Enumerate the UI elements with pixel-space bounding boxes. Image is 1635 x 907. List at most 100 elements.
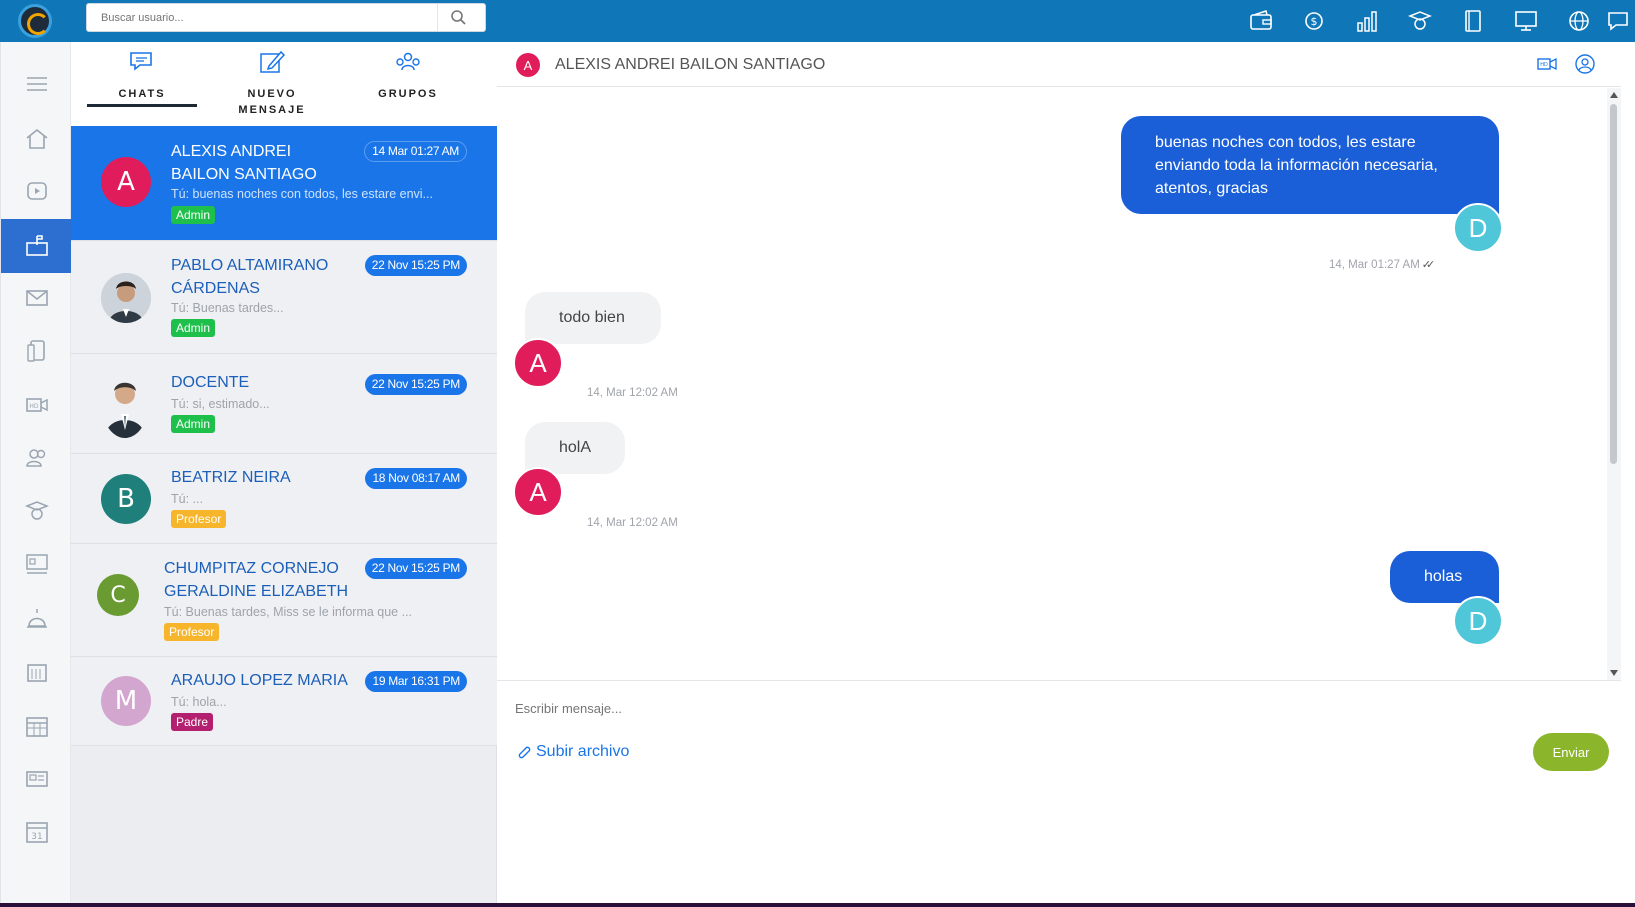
role-badge: Padre [171,713,214,731]
tab-bar: CHATS NUEVO MENSAJE GRUPOS [71,42,497,126]
message-scrollbar[interactable] [1607,88,1621,680]
upload-file-link[interactable]: Subir archivo [515,743,629,761]
search-input[interactable] [87,4,437,31]
chat-item-beatriz[interactable]: B BEATRIZ NEIRA 18 Nov 08:17 AM Tú: ... … [71,454,497,544]
edit-icon [260,50,286,73]
calendar-grid-icon[interactable] [1,645,72,699]
chat-preview: Tú: buenas noches con todos, les estare … [171,187,433,201]
graduate-icon[interactable] [1393,4,1446,38]
chat-date-badge: 22 Nov 15:25 PM [364,558,467,579]
avatar: M [101,676,151,726]
message-composer: Subir archivo Enviar [497,680,1621,907]
chat-icon[interactable] [1605,4,1635,38]
role-badge: Admin [171,319,216,337]
video-call-icon[interactable]: HD [1535,52,1559,76]
upload-file-label: Subir archivo [536,743,630,760]
message-bubble-outgoing: buenas noches con todos, les estare envi… [1121,116,1499,214]
search-icon[interactable] [449,8,469,28]
svg-text:HD: HD [1540,62,1548,68]
message-list: buenas noches con todos, les estare envi… [497,88,1621,680]
message-bubble-incoming: todo bien [525,292,661,344]
chat-preview: Tú: ... [171,492,203,506]
chat-date-badge: 22 Nov 15:25 PM [364,255,467,276]
chat-name: DOCENTE [171,374,250,391]
svg-text:$: $ [1310,15,1317,28]
chat-date-badge: 14 Mar 01:27 AM [364,141,467,162]
send-button[interactable]: Enviar [1533,733,1609,771]
home-icon[interactable] [1,112,72,166]
top-icons: $ [1234,4,1635,38]
top-bar: $ [0,0,1635,42]
tab-groups[interactable]: GRUPOS [353,48,463,102]
chat-item-pablo[interactable]: PABLO ALTAMIRANO CÁRDENAS 22 Nov 15:25 P… [71,241,497,354]
scroll-up-arrow[interactable] [1610,92,1618,98]
bottom-edge-bar [0,903,1635,907]
paperclip-icon [518,746,531,759]
devices-icon[interactable] [1,324,72,378]
tab-new-message[interactable]: NUEVO MENSAJE [217,48,327,118]
tab-groups-label: GRUPOS [378,88,438,100]
chat-item-chumpitaz[interactable]: C CHUMPITAZ CORNEJO GERALDINE ELIZABETH … [71,544,497,657]
alarm-icon[interactable] [1,592,72,646]
graduate-icon[interactable] [1,484,72,538]
contact-name: ALEXIS ANDREI BAILON SANTIAGO [555,56,826,73]
hd-video-icon[interactable]: HD [1,378,72,432]
wallet-icon[interactable] [1234,4,1287,38]
chat-item-alexis[interactable]: A ALEXIS ANDREI BAILON SANTIAGO 14 Mar 0… [71,126,497,241]
role-badge: Admin [171,415,216,433]
tab-chats[interactable]: CHATS [87,48,197,102]
left-nav: HD 31 [0,42,72,907]
message-avatar: A [513,338,563,388]
conversation-panel: A ALEXIS ANDREI BAILON SANTIAGO HD buena… [497,42,1621,907]
avatar-photo [101,372,149,438]
scroll-down-arrow[interactable] [1610,670,1618,676]
chat-preview: Tú: Buenas tardes... [171,301,284,315]
role-badge: Admin [171,206,216,224]
search-box [86,3,486,32]
bar-chart-icon[interactable] [1340,4,1393,38]
classroom-icon[interactable] [1,537,72,591]
right-edge [1621,42,1635,907]
monitor-icon[interactable] [1499,4,1552,38]
avatar: C [97,574,139,616]
calendar-icon[interactable] [1,699,72,753]
video-play-icon[interactable] [1,164,72,218]
envelope-icon[interactable] [1,271,72,325]
tab-new-message-label: NUEVO MENSAJE [238,88,306,116]
chat-date-badge: 22 Nov 15:25 PM [364,374,467,395]
menu-icon[interactable] [1,57,72,111]
money-icon[interactable]: $ [1287,4,1340,38]
globe-icon[interactable] [1552,4,1605,38]
message-time-text: 14, Mar 01:27 AM [1329,259,1420,271]
chat-item-docente[interactable]: DOCENTE 22 Nov 15:25 PM Tú: si, estimado… [71,354,497,454]
mailbox-icon[interactable] [1,219,72,273]
group-icon [396,52,420,71]
chat-bubbles-icon [130,52,152,71]
svg-text:HD: HD [29,403,39,410]
contact-avatar: A [516,53,540,77]
message-time: 14, Mar 01:27 AM ✓✓ [1329,258,1435,271]
chat-preview: Tú: Buenas tardes, Miss se le informa qu… [164,605,413,619]
message-time: 14, Mar 12:02 AM [587,517,678,529]
avatar: B [101,474,151,524]
calendar-31-icon[interactable]: 31 [1,805,72,859]
profile-icon[interactable] [1573,52,1597,76]
chat-list: A ALEXIS ANDREI BAILON SANTIAGO 14 Mar 0… [71,126,497,746]
avatar: A [101,157,151,207]
logo[interactable] [18,4,52,38]
chat-date-badge: 19 Mar 16:31 PM [365,671,467,692]
chat-name: ARAUJO LOPEZ MARIA [171,672,348,689]
users-icon[interactable] [1,431,72,485]
active-tab-indicator [87,104,197,107]
chat-item-araujo[interactable]: M ARAUJO LOPEZ MARIA 19 Mar 16:31 PM Tú:… [71,657,497,746]
news-icon[interactable] [1,752,72,806]
svg-text:31: 31 [31,832,42,842]
message-avatar: D [1453,203,1503,253]
app: $ HD 31 CHATS [0,0,1635,907]
chat-name: PABLO ALTAMIRANO CÁRDENAS [171,257,329,297]
book-icon[interactable] [1446,4,1499,38]
chat-preview: Tú: hola... [171,695,227,709]
scroll-thumb[interactable] [1610,104,1617,464]
chat-name: BEATRIZ NEIRA [171,469,291,486]
message-input[interactable] [515,697,1415,719]
